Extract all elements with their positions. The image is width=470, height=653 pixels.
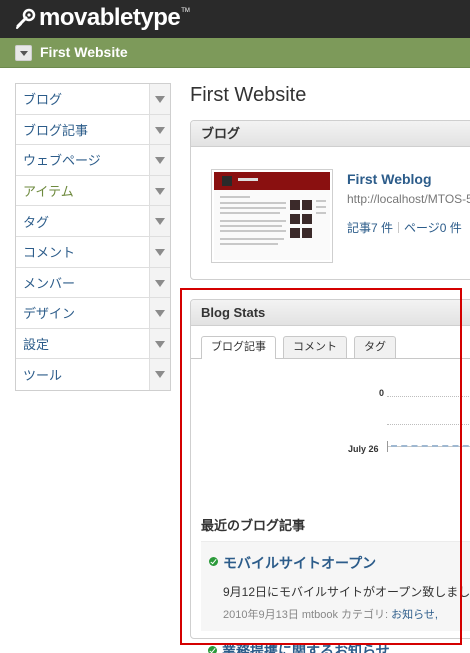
- graph-zero-label: 0: [379, 388, 385, 398]
- sidebar-item-label: ウェブページ: [23, 153, 101, 169]
- chevron-down-icon[interactable]: [149, 145, 170, 175]
- pages-count-link[interactable]: ページ0 件: [404, 221, 462, 235]
- brand-name: movabletype: [39, 4, 181, 31]
- blog-panel: ブログ First Weblog http://localhost/MTOS-5…: [190, 120, 470, 280]
- sidebar-item-label: タグ: [23, 214, 50, 230]
- chevron-down-icon[interactable]: [149, 359, 170, 390]
- chevron-down-icon[interactable]: [149, 175, 170, 206]
- app-window: movabletype TM First Website ブログ ブログ記事 ウ…: [0, 0, 470, 653]
- sidebar-item-settings[interactable]: 設定: [16, 328, 170, 360]
- published-check-icon: [208, 646, 217, 653]
- blog-stats-panel: Blog Stats ブログ記事 コメント タグ 0 July 26 最近のブロ…: [190, 299, 470, 639]
- graph-tick: [387, 441, 388, 452]
- blog-thumbnail-image: [214, 172, 330, 260]
- sidebar-item-tools[interactable]: ツール: [16, 359, 170, 390]
- blog-url: http://localhost/MTOS-5: [347, 192, 470, 206]
- entry-meta: 2010年9月13日 mtbook カテゴリ: お知らせ,: [223, 606, 438, 622]
- graph-date-label: July 26: [348, 444, 379, 454]
- stats-tabs: ブログ記事 コメント タグ: [201, 336, 403, 359]
- published-check-icon: [209, 557, 218, 566]
- chevron-down-icon[interactable]: [149, 114, 170, 145]
- entry-title-link[interactable]: モバイルサイトオープン: [223, 553, 376, 573]
- movabletype-logo[interactable]: movabletype TM: [14, 5, 190, 31]
- entry-category-link[interactable]: お知らせ,: [391, 609, 438, 621]
- blog-name-link[interactable]: First Weblog: [347, 171, 432, 187]
- entry-excerpt: 9月12日にモバイルサイトがオープン致しました: [223, 585, 470, 599]
- sidebar-item-label: 設定: [23, 337, 50, 353]
- sidebar-item-entries[interactable]: ブログ記事: [16, 114, 170, 146]
- sidebar-item-design[interactable]: デザイン: [16, 298, 170, 329]
- list-item: モバイルサイトオープン 9月12日にモバイルサイトがオープン致しました 2010…: [201, 541, 470, 631]
- recent-entries-heading: 最近のブログ記事: [201, 518, 306, 533]
- site-bar: First Website: [0, 38, 470, 68]
- sidebar-item-label: ツール: [23, 368, 63, 384]
- sidebar-item-assets[interactable]: アイテム: [16, 175, 170, 207]
- site-switcher-toggle[interactable]: [15, 45, 32, 61]
- graph-series-line: [391, 445, 470, 447]
- sidebar-item-comments[interactable]: コメント: [16, 236, 170, 268]
- tab-tags[interactable]: タグ: [354, 336, 396, 358]
- graph-gridline: [387, 396, 470, 397]
- blog-counts: 記事7 件ページ0 件: [347, 219, 462, 236]
- entry-meta-text: 2010年9月13日 mtbook カテゴリ:: [223, 609, 392, 621]
- sidebar-item-label: コメント: [23, 245, 76, 261]
- sidebar-item-label: メンバー: [23, 275, 76, 291]
- movabletype-logo-icon: [16, 8, 36, 29]
- chevron-down-icon[interactable]: [149, 328, 170, 359]
- chevron-down-icon[interactable]: [149, 267, 170, 298]
- sidebar-item-pages[interactable]: ウェブページ: [16, 145, 170, 176]
- sidebar-item-label: ブログ: [23, 92, 63, 108]
- blog-thumbnail[interactable]: [211, 169, 333, 263]
- chevron-down-icon[interactable]: [149, 236, 170, 267]
- top-bar: movabletype TM: [0, 0, 470, 38]
- divider: [398, 222, 400, 233]
- tab-comments[interactable]: コメント: [283, 336, 347, 358]
- trademark: TM: [181, 8, 190, 14]
- sidebar-item-label: アイテム: [23, 184, 74, 200]
- sidebar-item-label: デザイン: [23, 306, 76, 322]
- entries-count-link[interactable]: 記事7 件: [347, 221, 393, 235]
- chevron-down-icon[interactable]: [149, 298, 170, 328]
- blog-panel-heading: ブログ: [191, 121, 470, 147]
- sidebar-item-tags[interactable]: タグ: [16, 206, 170, 237]
- chevron-down-icon[interactable]: [149, 206, 170, 236]
- graph-gridline: [387, 424, 470, 425]
- tab-entries[interactable]: ブログ記事: [201, 336, 276, 359]
- blog-stats-heading: Blog Stats: [191, 300, 470, 326]
- sidebar-item-blog[interactable]: ブログ: [16, 84, 170, 115]
- entry-title-link[interactable]: 業務提携に関するお知らせ: [222, 641, 390, 653]
- sidebar-menu: ブログ ブログ記事 ウェブページ アイテム タグ コメント メンバー デザイン …: [15, 83, 171, 391]
- chevron-down-icon[interactable]: [149, 84, 170, 114]
- sidebar-item-label: ブログ記事: [23, 122, 89, 138]
- page-title: First Website: [190, 84, 307, 106]
- sidebar-item-members[interactable]: メンバー: [16, 267, 170, 299]
- site-name[interactable]: First Website: [40, 44, 128, 60]
